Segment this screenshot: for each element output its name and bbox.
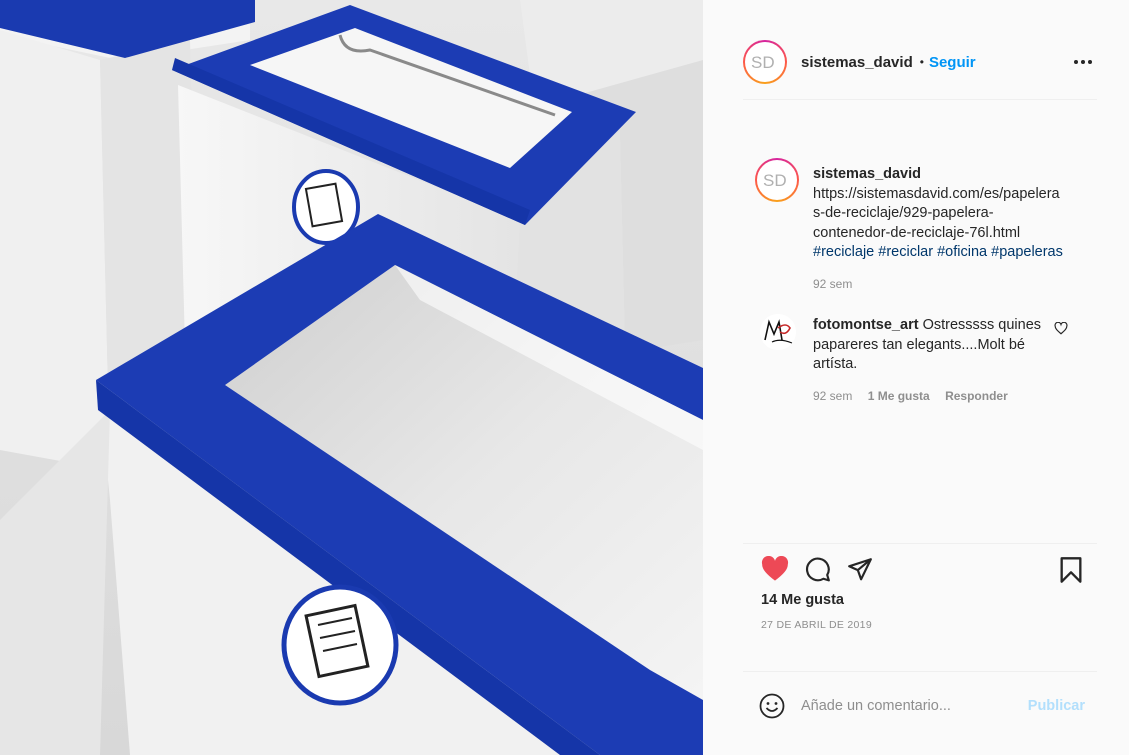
comment-username[interactable]: fotomontse_art xyxy=(813,317,919,333)
recycling-bins-photo xyxy=(0,0,703,755)
reply-button[interactable]: Responder xyxy=(945,389,1008,403)
likes-count[interactable]: 14 Me gusta xyxy=(761,592,844,608)
add-comment-bar: Añade un comentario... Publicar xyxy=(743,671,1097,741)
caption-url-line: contenedor-de-reciclaje-76l.html xyxy=(813,224,1021,241)
post-image[interactable] xyxy=(0,0,703,755)
post-caption: SD sistemas_david https://sistemasdavid.… xyxy=(755,158,1085,294)
hashtag-link[interactable]: #reciclar xyxy=(878,244,933,260)
hashtag-link[interactable]: #papeleras xyxy=(991,244,1063,260)
emoji-icon[interactable] xyxy=(759,693,785,719)
more-options-icon[interactable] xyxy=(1071,52,1095,72)
author-username[interactable]: sistemas_david xyxy=(801,54,913,71)
brand-logo-icon: SD xyxy=(763,171,787,190)
separator-dot: • xyxy=(919,55,924,69)
caption-url[interactable]: https://sistemasdavid.com/es/papelera s-… xyxy=(813,185,1085,244)
comment-item: fotomontse_art Ostresssss quines paparer… xyxy=(760,314,1080,406)
post-header: SD sistemas_david • Seguir xyxy=(743,38,1095,86)
author-avatar[interactable]: SD xyxy=(743,40,787,84)
comment-icon[interactable] xyxy=(805,556,831,582)
caption-url-line: https://sistemasdavid.com/es/papelera xyxy=(813,185,1060,202)
heart-outline-icon[interactable] xyxy=(1054,322,1068,335)
avatar-logo-text: SD xyxy=(763,171,787,190)
publish-button[interactable]: Publicar xyxy=(1028,698,1085,714)
hashtag-link[interactable]: #reciclaje xyxy=(813,244,874,260)
header-divider xyxy=(743,99,1097,100)
caption-avatar[interactable]: SD xyxy=(755,158,799,202)
avatar-logo-text: SD xyxy=(751,53,775,72)
post-side-panel: SD sistemas_david • Seguir SD sistemas_d… xyxy=(703,0,1129,755)
actions-divider xyxy=(743,543,1097,544)
comment-input[interactable]: Añade un comentario... xyxy=(801,698,1028,714)
caption-username[interactable]: sistemas_david xyxy=(813,165,1085,185)
comment-likes[interactable]: 1 Me gusta xyxy=(868,389,930,403)
bookmark-icon[interactable] xyxy=(1059,556,1083,584)
heart-filled-icon[interactable] xyxy=(761,556,789,582)
hashtag-link[interactable]: #oficina xyxy=(937,244,987,260)
comment-time[interactable]: 92 sem xyxy=(813,389,852,403)
caption-time[interactable]: 92 sem xyxy=(813,275,1085,295)
brand-logo-icon: SD xyxy=(751,53,775,72)
send-icon[interactable] xyxy=(847,556,873,582)
caption-url-line: s-de-reciclaje/929-papelera- xyxy=(813,205,994,221)
comment-meta: 92 sem 1 Me gusta Responder xyxy=(813,387,1053,407)
post-date[interactable]: 27 DE ABRIL DE 2019 xyxy=(761,619,872,631)
commenter-logo-icon xyxy=(760,314,796,350)
action-bar xyxy=(761,556,1085,584)
caption-hashtags: #reciclaje #reciclar #oficina #papeleras xyxy=(813,243,1085,263)
commenter-avatar[interactable] xyxy=(760,314,796,350)
follow-button[interactable]: Seguir xyxy=(929,54,976,71)
